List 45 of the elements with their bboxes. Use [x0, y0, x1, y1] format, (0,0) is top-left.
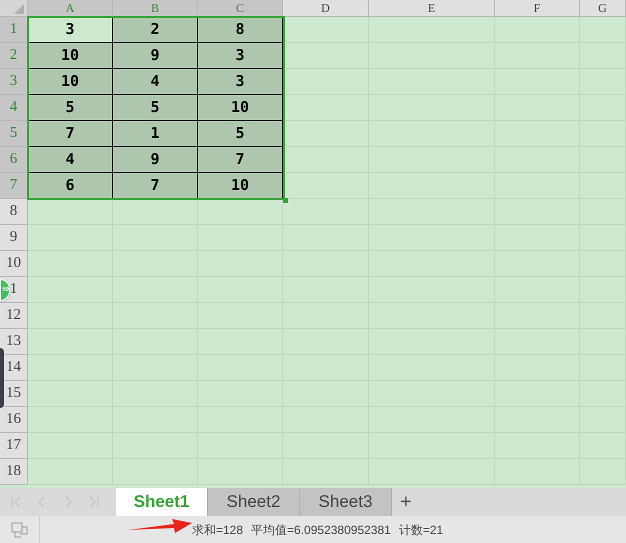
column-header[interactable]: E — [369, 0, 495, 17]
column-header[interactable]: D — [283, 0, 369, 17]
table-cell: 9 — [113, 147, 197, 172]
column-header[interactable]: F — [495, 0, 580, 17]
row-header[interactable]: 17 — [0, 433, 28, 459]
average-status: 平均值=6.0952380952381 — [251, 522, 391, 538]
table-cell: 10 — [198, 95, 282, 120]
layout-icon[interactable] — [10, 522, 28, 538]
table-cell: 9 — [113, 43, 197, 68]
table-cell: 10 — [28, 69, 112, 94]
sheet-tab[interactable]: Sheet3 — [300, 488, 392, 516]
table-cell: 5 — [113, 95, 197, 120]
table-cell: 5 — [198, 121, 282, 146]
row-header[interactable]: 18 — [0, 459, 28, 485]
row-header[interactable]: 12 — [0, 303, 28, 329]
table-cell: 10 — [198, 173, 282, 198]
table-cell: 4 — [113, 69, 197, 94]
row-header[interactable]: 10 — [0, 251, 28, 277]
sum-status: 求和=128 — [192, 522, 244, 538]
side-widget[interactable] — [0, 348, 4, 408]
table-cell: 10 — [28, 43, 112, 68]
sheet-tab[interactable]: Sheet2 — [208, 488, 300, 516]
empty-cell — [580, 17, 626, 43]
table-cell: 7 — [198, 147, 282, 172]
row-header[interactable]: 8 — [0, 199, 28, 225]
select-all-corner[interactable] — [0, 0, 28, 17]
table-cell: 4 — [28, 147, 112, 172]
table-cell: 5 — [28, 95, 112, 120]
table-cell: 7 — [28, 121, 112, 146]
fill-handle[interactable] — [283, 198, 288, 203]
table-cell: 2 — [113, 17, 197, 42]
table-cell: 3 — [198, 43, 282, 68]
table-cell: 8 — [198, 17, 282, 42]
row-header[interactable]: 16 — [0, 407, 28, 433]
count-status: 计数=21 — [398, 522, 444, 538]
row-header[interactable]: 9 — [0, 225, 28, 251]
column-header[interactable]: G — [580, 0, 626, 17]
table-cell: 7 — [113, 173, 197, 198]
table-cell: 1 — [113, 121, 197, 146]
table-cell: 3 — [198, 69, 282, 94]
arrow-annotation — [128, 518, 192, 534]
row-header[interactable]: 13 — [0, 329, 28, 355]
corner-triangle-icon — [14, 4, 24, 14]
table-cell: 6 — [28, 173, 112, 198]
add-sheet-button[interactable]: + — [392, 487, 420, 517]
